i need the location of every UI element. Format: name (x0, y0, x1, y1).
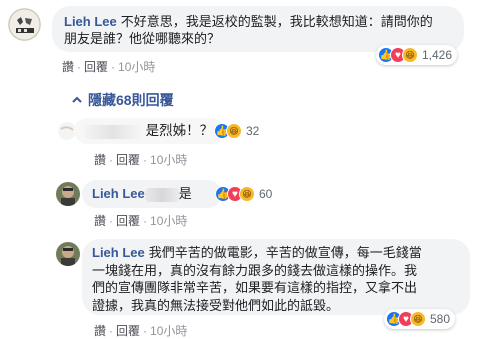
haha-icon: 😆 (239, 186, 255, 202)
hidden-replies-link[interactable]: 隱藏68則回覆 (72, 90, 174, 110)
avatar[interactable] (56, 242, 80, 266)
reaction-count: 1,426 (422, 48, 453, 62)
timestamp[interactable]: 10小時 (118, 60, 155, 74)
comment-text: 是 (178, 186, 192, 201)
reply-link[interactable]: 回覆 (116, 214, 140, 228)
haha-icon: 😆 (410, 311, 426, 327)
comment-author[interactable]: Lieh Lee (92, 245, 145, 260)
like-link[interactable]: 讚 (94, 324, 106, 338)
comment-actions: 讚 · 回覆 · 10小時 (94, 214, 188, 228)
avatar[interactable] (56, 182, 80, 206)
comment-actions: 讚 · 回覆 · 10小時 (94, 153, 188, 167)
comment-bubble: 是烈姊！？ (74, 118, 224, 144)
comment-author[interactable]: Lieh Lee (92, 186, 145, 201)
reaction-count: 32 (246, 124, 260, 138)
comment-actions: 讚 · 回覆 · 10小時 (94, 324, 188, 338)
comment-text: 是烈姊！？ (145, 123, 214, 138)
haha-icon: 😆 (402, 47, 418, 63)
reaction-count: 60 (259, 187, 273, 201)
reaction-summary[interactable]: 👍 ♥ 😆 1,426 (376, 45, 458, 65)
comment-author[interactable]: Lieh Lee (64, 14, 117, 29)
like-link[interactable]: 讚 (62, 60, 74, 74)
chevron-up-icon (72, 92, 82, 103)
reply-link[interactable]: 回覆 (84, 60, 108, 74)
comment-bubble: Lieh Lee 是 (82, 180, 222, 208)
reaction-summary[interactable]: 👍 😆 32 (212, 121, 264, 141)
reaction-summary[interactable]: 👍 ♥ 😆 580 (384, 309, 456, 329)
timestamp[interactable]: 10小時 (150, 153, 187, 167)
redacted-author (84, 124, 142, 139)
reaction-count: 580 (430, 312, 451, 326)
like-link[interactable]: 讚 (94, 153, 106, 167)
reply-link[interactable]: 回覆 (116, 324, 140, 338)
avatar[interactable] (8, 8, 41, 41)
redacted-text (144, 187, 179, 202)
haha-icon: 😆 (226, 123, 242, 139)
timestamp[interactable]: 10小時 (150, 214, 187, 228)
reply-link[interactable]: 回覆 (116, 153, 140, 167)
like-link[interactable]: 讚 (94, 214, 106, 228)
reaction-summary[interactable]: 👍 ♥ 😆 60 (213, 184, 277, 204)
comment-actions: 讚 · 回覆 · 10小時 (62, 60, 156, 74)
hidden-replies-label: 隱藏68則回覆 (88, 92, 174, 108)
comment-text-line: 不好意思，我是返校的監製，我比較想知道：請問你的 (120, 14, 433, 29)
comment-bubble: Lieh Lee 我們辛苦的做電影，辛苦的做宣傳，每一毛錢當 一塊錢在用，真的沒有… (82, 239, 470, 315)
comment-text-line: 我們辛苦的做電影，辛苦的做宣傳，每一毛錢當 (148, 245, 422, 260)
comment-text-line: 們的宣傳團隊非常辛苦，如果要有這樣的指控，又拿不出 (92, 280, 418, 295)
timestamp[interactable]: 10小時 (150, 324, 187, 338)
comment-text-line: 一塊錢在用，真的沒有餘力跟多的錢去做這樣的操作。我 (92, 262, 418, 278)
